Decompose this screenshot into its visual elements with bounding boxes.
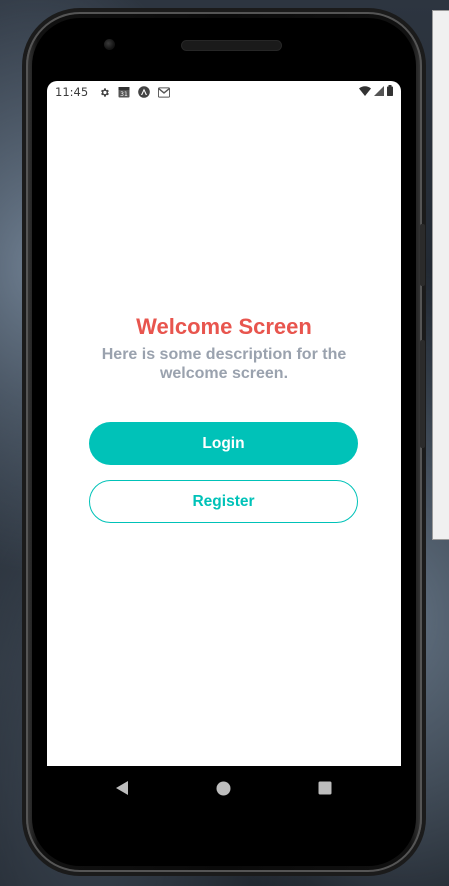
power-button	[420, 224, 425, 286]
welcome-content: Welcome Screen Here is some description …	[47, 81, 401, 766]
navigation-bar	[47, 766, 401, 810]
background-window	[432, 10, 449, 540]
welcome-description: Here is some description for the welcome…	[101, 346, 347, 382]
earpiece-speaker	[182, 41, 281, 50]
front-camera	[104, 39, 115, 50]
volume-button	[420, 340, 425, 448]
home-icon[interactable]	[214, 779, 232, 797]
login-button[interactable]: Login	[89, 422, 358, 465]
app-screen: 11:45 31 Welcome Screen Here is some des…	[47, 81, 401, 766]
recents-icon[interactable]	[316, 779, 334, 797]
welcome-title: Welcome Screen	[136, 314, 312, 339]
back-icon[interactable]	[113, 779, 131, 797]
register-button[interactable]: Register	[89, 480, 358, 523]
